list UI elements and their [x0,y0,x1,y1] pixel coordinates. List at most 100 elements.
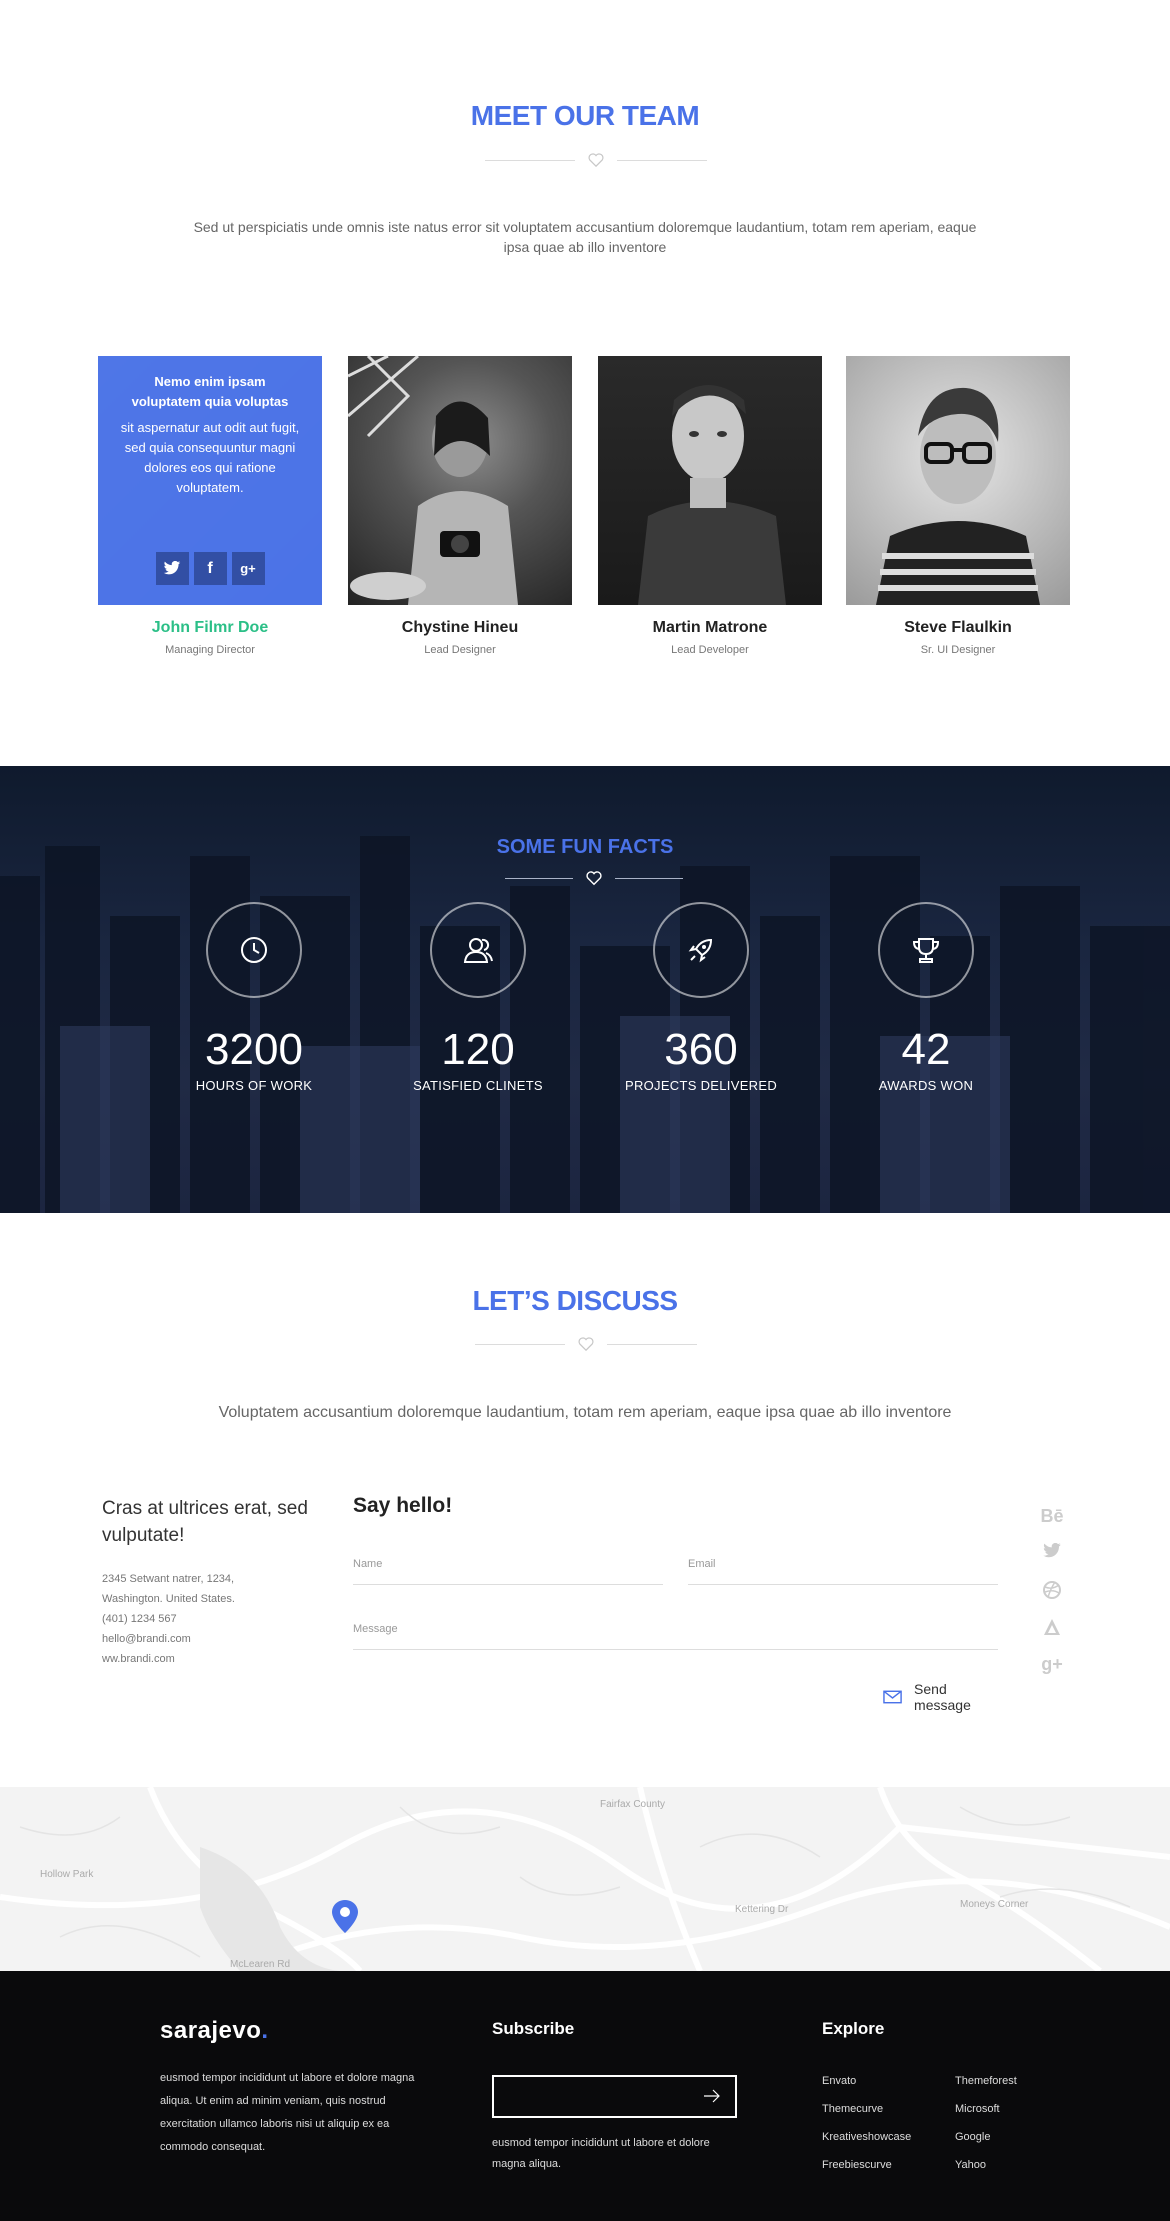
fact-value: 42 [901,1025,951,1074]
email-input[interactable] [688,1556,998,1570]
address-line-2: Washington. United States. [102,1593,235,1605]
contact-heading: Cras at ultrices erat, sed vulputate! [102,1498,308,1546]
member-photo [598,356,822,605]
footer-link[interactable]: Google [955,2123,1017,2151]
behance-icon[interactable]: Bē [1038,1506,1066,1543]
discuss-divider [475,1336,697,1352]
fact-label: SATISFIED CLINETS [413,1078,543,1093]
google-plus-icon[interactable]: g+ [1038,1654,1066,1691]
explore-title: Explore [822,2019,885,2038]
message-input[interactable] [353,1621,998,1635]
fact-value: 3200 [205,1025,303,1074]
contact-form: Say hello! Send message [353,1494,1003,1713]
fact-item: 360 PROJECTS DELIVERED [606,902,796,1093]
team-member-card[interactable]: Martin Matrone Lead Developer [598,356,822,656]
side-social-bar: Bē g+ [1038,1506,1066,1691]
heart-icon [588,153,604,168]
users-icon [430,902,526,998]
subscribe-title: Subscribe [492,2019,575,2038]
footer-link[interactable]: Envato [822,2067,911,2095]
member-photo [348,356,572,605]
team-member-card[interactable]: Chystine Hineu Lead Designer [348,356,572,656]
fun-facts-section: SOME FUN FACTS 3200 HOURS OF WORK 120 SA… [0,766,1170,1213]
map-label: Moneys Corner [960,1899,1029,1910]
footer-link[interactable]: Yahoo [955,2151,1017,2179]
logo-text: sarajevo [160,2017,262,2044]
twitter-icon[interactable] [155,552,189,585]
member-role: Lead Designer [424,644,496,656]
team-title: MEET OUR TEAM [470,100,700,131]
logo-dot: . [261,2017,269,2044]
footer-logo[interactable]: sarajevo. [160,2017,269,2045]
team-divider [485,152,707,168]
member-name: Steve Flaulkin [904,619,1012,636]
fact-item: 3200 HOURS OF WORK [159,902,349,1093]
footer-link[interactable]: Freebiescurve [822,2151,911,2179]
subscribe-text: eusmod tempor incididunt ut labore et do… [492,2137,710,2170]
name-input[interactable] [353,1556,663,1570]
phone-number: (401) 1234 567 [102,1613,177,1625]
member-role: Managing Director [165,644,255,656]
name-field[interactable] [353,1554,663,1585]
address-line-1: 2345 Setwant natrer, 1234, [102,1573,235,1585]
fact-label: AWARDS WON [878,1078,974,1093]
send-label: Send message [914,1681,971,1713]
discuss-title: LET’S DISCUSS [472,1285,678,1316]
website-link[interactable]: ww.brandi.com [102,1649,332,1669]
trophy-icon [878,902,974,998]
discuss-intro: Voluptatem accusantium doloremque laudan… [218,1404,952,1421]
member-photo [846,356,1070,605]
overlay-title: Nemo enim ipsam voluptatem quia voluptas [131,374,289,409]
envelope-icon [883,1690,902,1704]
email-link[interactable]: hello@brandi.com [102,1629,332,1649]
map-label: McLearen Rd [230,1959,290,1970]
facebook-icon[interactable]: f [193,552,227,585]
subscribe-form [492,2075,737,2118]
explore-links-col-2: Themeforest Microsoft Google Yahoo [955,2067,1017,2179]
heart-icon [578,1337,594,1352]
member-photo: Nemo enim ipsam voluptatem quia voluptas… [98,356,322,605]
aa-icon[interactable] [1038,1617,1066,1654]
contact-info: Cras at ultrices erat, sed vulputate! 23… [102,1495,332,1669]
clock-icon [206,902,302,998]
fact-label: PROJECTS DELIVERED [624,1078,778,1093]
google-plus-icon[interactable]: g+ [231,552,265,585]
location-map[interactable]: Moneys Corner Kettering Dr McLearen Rd F… [0,1787,1170,1971]
map-label: Kettering Dr [735,1904,789,1915]
footer: sarajevo. eusmod tempor incididunt ut la… [0,1971,1170,2221]
team-member-card[interactable]: Nemo enim ipsam voluptatem quia voluptas… [98,356,322,656]
fact-label: HOURS OF WORK [195,1078,313,1093]
map-label: Fairfax County [600,1799,665,1810]
twitter-icon[interactable] [1038,1542,1066,1580]
fact-item: 120 SATISFIED CLINETS [383,902,573,1093]
dribbble-icon[interactable] [1038,1580,1066,1617]
member-name: John Filmr Doe [151,619,269,636]
footer-link[interactable]: Kreativeshowcase [822,2123,911,2151]
facts-divider [505,870,683,886]
team-intro: Sed ut perspiciatis unde omnis iste natu… [193,219,977,255]
member-overlay: Nemo enim ipsam voluptatem quia voluptas… [98,356,322,605]
team-member-card[interactable]: Steve Flaulkin Sr. UI Designer [846,356,1070,656]
member-name: Chystine Hineu [401,619,519,636]
footer-link[interactable]: Themeforest [955,2067,1017,2095]
facts-title: SOME FUN FACTS [496,836,674,858]
footer-link[interactable]: Microsoft [955,2095,1017,2123]
message-field[interactable] [353,1619,998,1650]
member-name: Martin Matrone [652,619,768,636]
member-role: Lead Developer [671,644,749,656]
fact-value: 120 [441,1025,515,1074]
footer-link[interactable]: Themecurve [822,2095,911,2123]
send-message-button[interactable]: Send message [883,1681,1003,1713]
explore-links-col-1: Envato Themecurve Kreativeshowcase Freeb… [822,2067,911,2179]
overlay-text: sit aspernatur aut odit aut fugit, sed q… [120,420,300,495]
rocket-icon [653,902,749,998]
email-field[interactable] [688,1554,998,1585]
map-pin-icon[interactable] [332,1900,358,1933]
arrow-right-icon[interactable] [703,2089,721,2103]
footer-about: eusmod tempor incididunt ut labore et do… [160,2072,415,2153]
member-role: Sr. UI Designer [920,644,996,656]
subscribe-input[interactable] [494,2077,684,2116]
form-heading: Say hello! [353,1494,453,1517]
fact-value: 360 [664,1025,738,1074]
heart-icon [586,871,602,886]
